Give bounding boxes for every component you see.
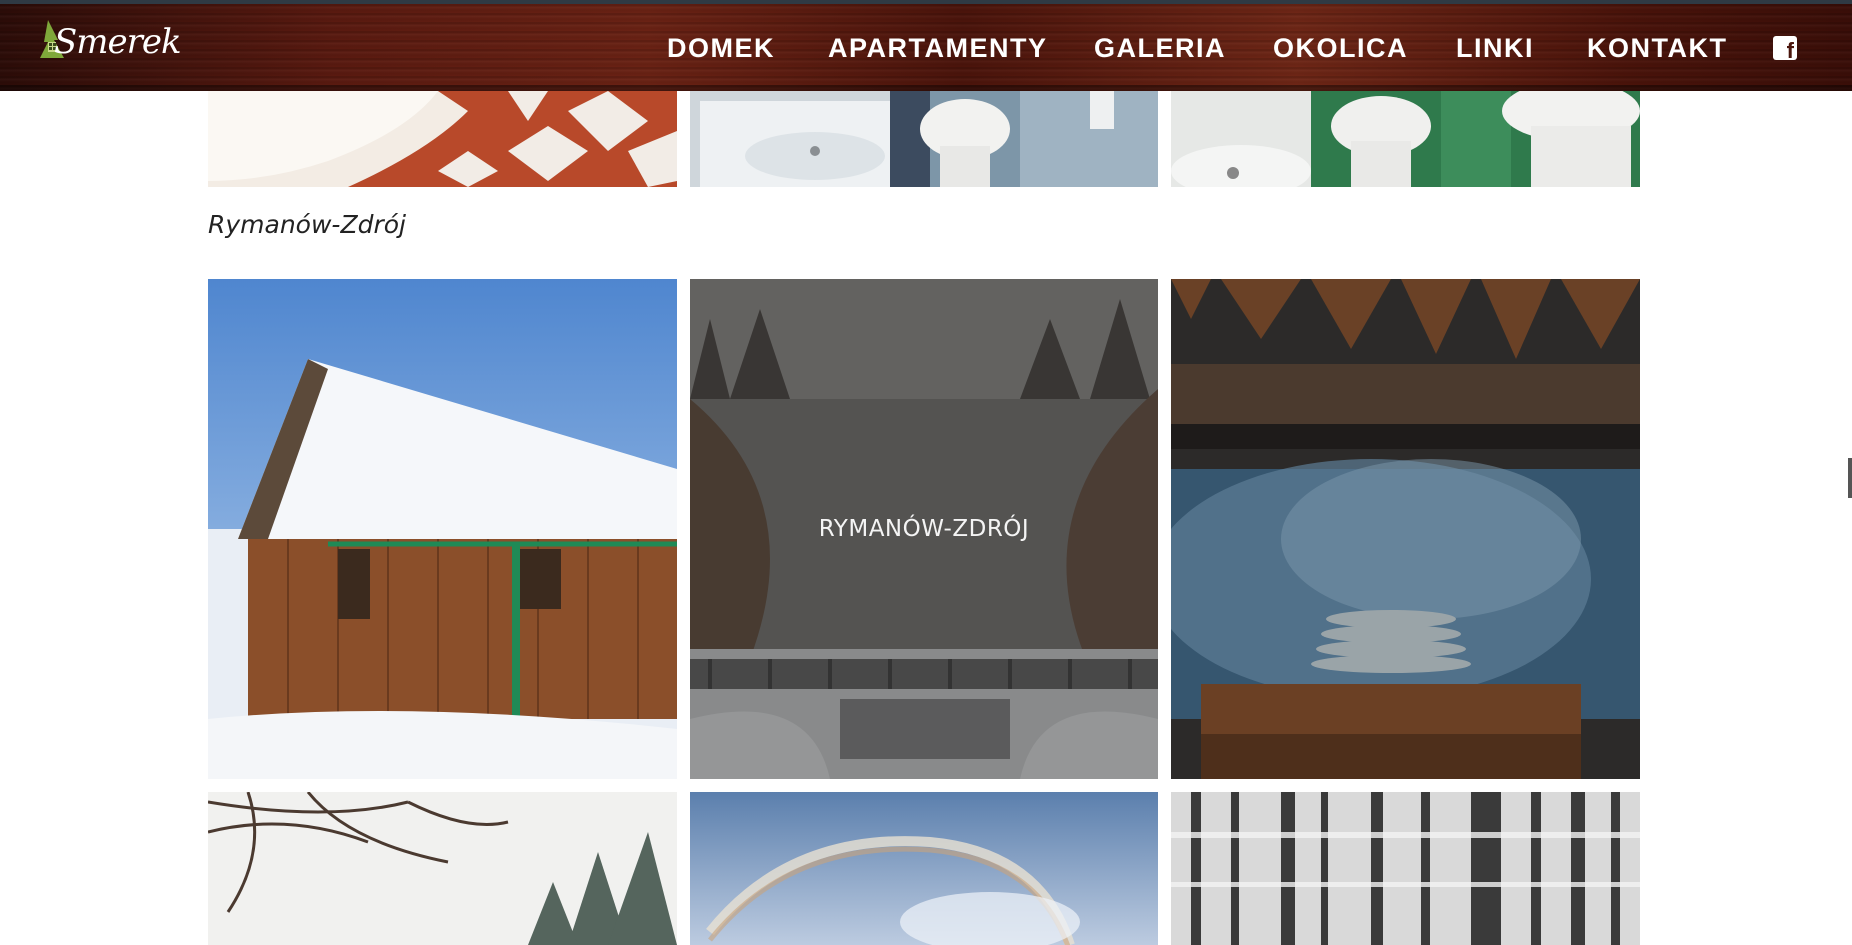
nav-galeria[interactable]: GALERIA [1094, 33, 1226, 64]
nav-linki[interactable]: LINKI [1456, 33, 1534, 64]
wooden-cabin-image [208, 279, 677, 779]
gallery-image-winter-trees[interactable] [208, 792, 677, 945]
shower-toilet-image [690, 91, 1158, 187]
gallery-image-wooden-cabin[interactable] [208, 279, 677, 779]
gallery-image-snowy-forest[interactable] [1171, 792, 1640, 945]
gallery-image-shower-toilet[interactable] [690, 91, 1158, 187]
facebook-glyph: f [1786, 38, 1794, 63]
gallery-image-rymanow-zdroj[interactable]: RYMANÓW-ZDRÓJ [690, 279, 1158, 779]
gallery-image-green-bathroom[interactable] [1171, 91, 1640, 187]
site-logo[interactable]: Smerek [34, 12, 182, 84]
gallery-image-sky-halo[interactable] [690, 792, 1158, 945]
logo-wordmark: Smerek [54, 22, 182, 62]
gallery-hover-title: RYMANÓW-ZDRÓJ [690, 279, 1158, 779]
gallery-image-smoked-fish[interactable] [1171, 279, 1640, 779]
sky-halo-image [690, 792, 1158, 945]
nav-domek[interactable]: DOMEK [667, 33, 775, 64]
winter-trees-image [208, 792, 677, 945]
green-bathroom-image [1171, 91, 1640, 187]
scrollbar-thumb[interactable] [1848, 458, 1852, 498]
site-header: Smerek DOMEK APARTAMENTY GALERIA OKOLICA… [0, 0, 1852, 91]
facebook-icon[interactable]: f [1773, 36, 1797, 63]
bathroom-tiles-image [208, 91, 677, 187]
nav-okolica[interactable]: OKOLICA [1273, 33, 1408, 64]
snowy-forest-image [1171, 792, 1640, 945]
nav-kontakt[interactable]: KONTAKT [1587, 33, 1727, 64]
nav-apartamenty[interactable]: APARTAMENTY [828, 33, 1048, 64]
smoked-fish-image [1171, 279, 1640, 779]
gallery-image-bathroom-tiles[interactable] [208, 91, 677, 187]
gallery-section-caption: Rymanów-Zdrój [208, 210, 406, 239]
